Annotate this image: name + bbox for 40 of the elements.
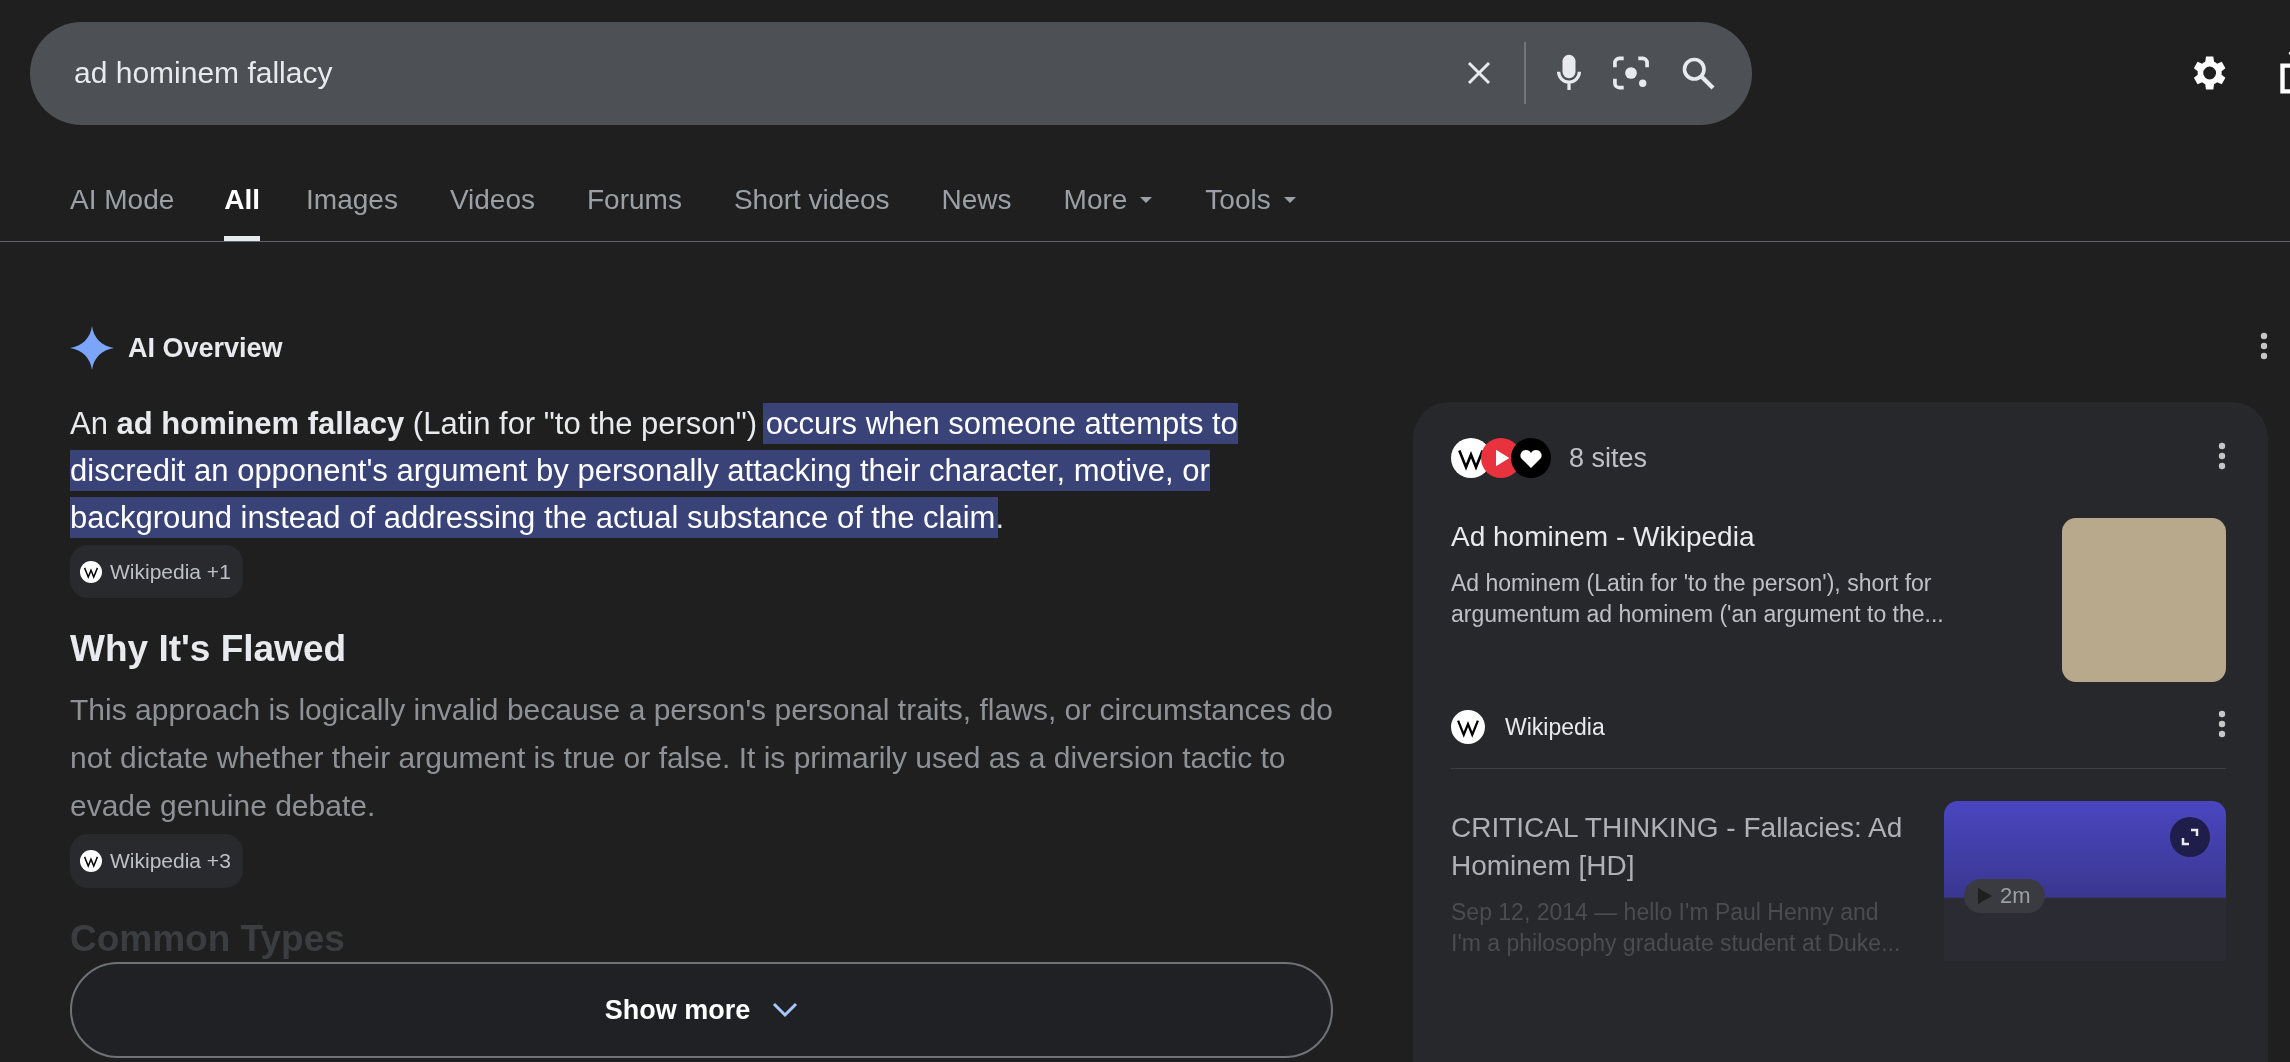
nav-tab[interactable]: AI Mode — [48, 146, 199, 241]
nav-tab[interactable]: Images — [282, 146, 422, 241]
result-title[interactable]: Ad hominem - Wikipedia — [1451, 518, 2022, 556]
wikipedia-icon — [1451, 710, 1485, 744]
video-thumbnail[interactable]: 2m — [1944, 801, 2226, 961]
ai-overview-title: AI Overview — [128, 332, 283, 364]
dropdown-caret-icon — [1139, 196, 1154, 204]
wikipedia-icon — [80, 560, 102, 583]
show-more-button[interactable]: Show more — [70, 962, 1333, 1058]
result-title[interactable]: CRITICAL THINKING - Fallacies: Ad Hominem [HD] — [1451, 809, 1904, 885]
nav-tab[interactable]: All — [224, 146, 261, 241]
more-options-icon[interactable] — [2260, 332, 2268, 360]
sparkle-icon — [70, 326, 114, 370]
nav-tab[interactable]: More — [1039, 146, 1178, 241]
nav-tab[interactable]: Tools — [1181, 146, 1321, 241]
sites-count[interactable]: 8 sites — [1569, 442, 1648, 474]
more-options-icon[interactable] — [2218, 442, 2226, 470]
nav-tab[interactable]: News — [917, 146, 1036, 241]
play-icon — [1978, 888, 1992, 904]
source-name[interactable]: Wikipedia — [1505, 713, 1605, 741]
search-icon[interactable] — [1680, 55, 1716, 91]
nav-tab[interactable]: Short videos — [709, 146, 914, 241]
overview-paragraph: An ad hominem fallacy (Latin for "to the person") occurs when someone attempts to discredit an opponent's argument by personally attacking their character, motive, or background instead of addressing the actual substance of the claim. — [70, 405, 1239, 537]
search-bar[interactable]: ad hominem fallacy — [30, 21, 1752, 125]
source-chip[interactable]: Wikipedia +3 — [70, 834, 243, 888]
camera-lens-icon[interactable] — [1612, 55, 1650, 91]
video-duration: 2m — [1964, 879, 2045, 913]
expand-icon[interactable] — [2170, 817, 2210, 857]
overview-paragraph: This approach is logically invalid because a person's personal traits, flaws, or circumstances do not dictate whether their argument is true or false. It is primarily used as a diversion tactic to evade genuine debate. — [70, 692, 1334, 824]
result-snippet: Ad hominem (Latin for 'to the person'), short for argumentum ad hominem ('an argument to the... — [1451, 569, 1945, 629]
microphone-icon[interactable] — [1556, 53, 1582, 93]
search-input[interactable]: ad hominem fallacy — [72, 55, 1434, 91]
wikipedia-icon — [80, 850, 102, 872]
nav-tab[interactable]: Forums — [563, 146, 706, 241]
more-options-icon[interactable] — [2218, 710, 2226, 738]
nav-tab[interactable]: Videos — [425, 146, 559, 241]
source-chip[interactable]: Wikipedia +1 — [70, 545, 243, 598]
chevron-down-icon — [772, 1002, 799, 1018]
section-heading: Why It's Flawed — [70, 628, 348, 670]
dropdown-caret-icon — [1282, 196, 1297, 204]
